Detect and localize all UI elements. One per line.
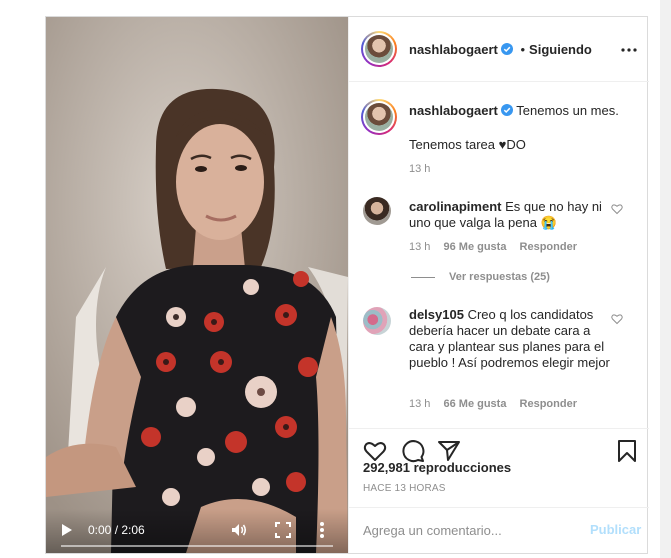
comment-meta: 13 h 96 Me gusta Responder <box>409 241 587 253</box>
video-player[interactable]: 0:00 / 2:06 <box>46 17 348 553</box>
save-bookmark-icon[interactable] <box>615 439 639 463</box>
caption: nashlabogaert Tenemos un mes. <box>409 103 634 119</box>
post-side-panel: nashlabogaert • Siguiendo nashlabogaert T… <box>348 17 649 553</box>
comment-avatar[interactable] <box>363 197 391 225</box>
author-line: nashlabogaert • Siguiendo <box>409 42 592 57</box>
caption-username[interactable]: nashlabogaert <box>409 103 498 118</box>
caption-line-2: Tenemos tarea ♥︎DO <box>409 137 526 152</box>
comment-like-heart-icon[interactable] <box>611 313 623 325</box>
separator-dot: • <box>520 42 526 57</box>
comment-meta: 13 h 66 Me gusta Responder <box>409 398 587 410</box>
post-timestamp: HACE 13 HORAS <box>363 483 446 494</box>
video-time: 0:00 / 2:06 <box>88 523 145 537</box>
comment-time[interactable]: 13 h <box>409 398 430 410</box>
author-avatar[interactable] <box>361 31 397 67</box>
comment: delsy105 Creo q los candidatos debería h… <box>409 307 614 371</box>
comment-likes[interactable]: 66 Me gusta <box>443 398 506 410</box>
comment-username[interactable]: delsy105 <box>409 307 464 322</box>
verified-badge-icon <box>500 43 513 55</box>
fullscreen-icon[interactable] <box>275 522 291 538</box>
video-frame-woman-portrait <box>46 17 348 553</box>
view-count[interactable]: 292,981 reproducciones <box>363 460 511 475</box>
reply-button[interactable]: Responder <box>520 241 577 253</box>
volume-icon[interactable] <box>230 521 248 539</box>
comment-likes[interactable]: 96 Me gusta <box>443 241 506 253</box>
caption-author-avatar[interactable] <box>361 99 397 135</box>
page-scrollbar[interactable] <box>660 0 671 558</box>
replies-divider <box>411 276 435 278</box>
publish-button[interactable]: Publicar <box>590 522 641 537</box>
add-comment-bar: Publicar <box>349 507 649 553</box>
reply-button[interactable]: Responder <box>520 398 577 410</box>
comment-like-heart-icon[interactable] <box>611 203 623 215</box>
caption-timestamp[interactable]: 13 h <box>409 163 430 175</box>
comment-username[interactable]: carolinapiment <box>409 199 501 214</box>
comment: carolinapiment Es que no hay ni uno que … <box>409 199 614 231</box>
following-button[interactable]: Siguiendo <box>529 42 592 57</box>
video-controls-bar: 0:00 / 2:06 <box>46 509 348 553</box>
comment-avatar[interactable] <box>363 307 391 335</box>
comment-input[interactable] <box>363 520 573 540</box>
view-replies-label: Ver respuestas (25) <box>449 271 550 283</box>
play-icon[interactable] <box>61 523 73 537</box>
post-options-icon[interactable] <box>621 43 637 57</box>
caption-text: Tenemos un mes. <box>516 103 619 118</box>
video-progress-track[interactable] <box>61 545 333 547</box>
author-username[interactable]: nashlabogaert <box>409 42 498 57</box>
comment-time[interactable]: 13 h <box>409 241 430 253</box>
instagram-post: 0:00 / 2:06 nashlabogaert • Siguiendo na… <box>45 16 649 554</box>
more-options-icon[interactable] <box>319 521 325 539</box>
verified-badge-icon <box>500 104 513 116</box>
comments-section[interactable]: nashlabogaert Tenemos un mes. Tenemos ta… <box>349 83 649 428</box>
view-replies-button[interactable]: Ver respuestas (25) <box>411 271 550 283</box>
post-header: nashlabogaert • Siguiendo <box>349 17 649 82</box>
